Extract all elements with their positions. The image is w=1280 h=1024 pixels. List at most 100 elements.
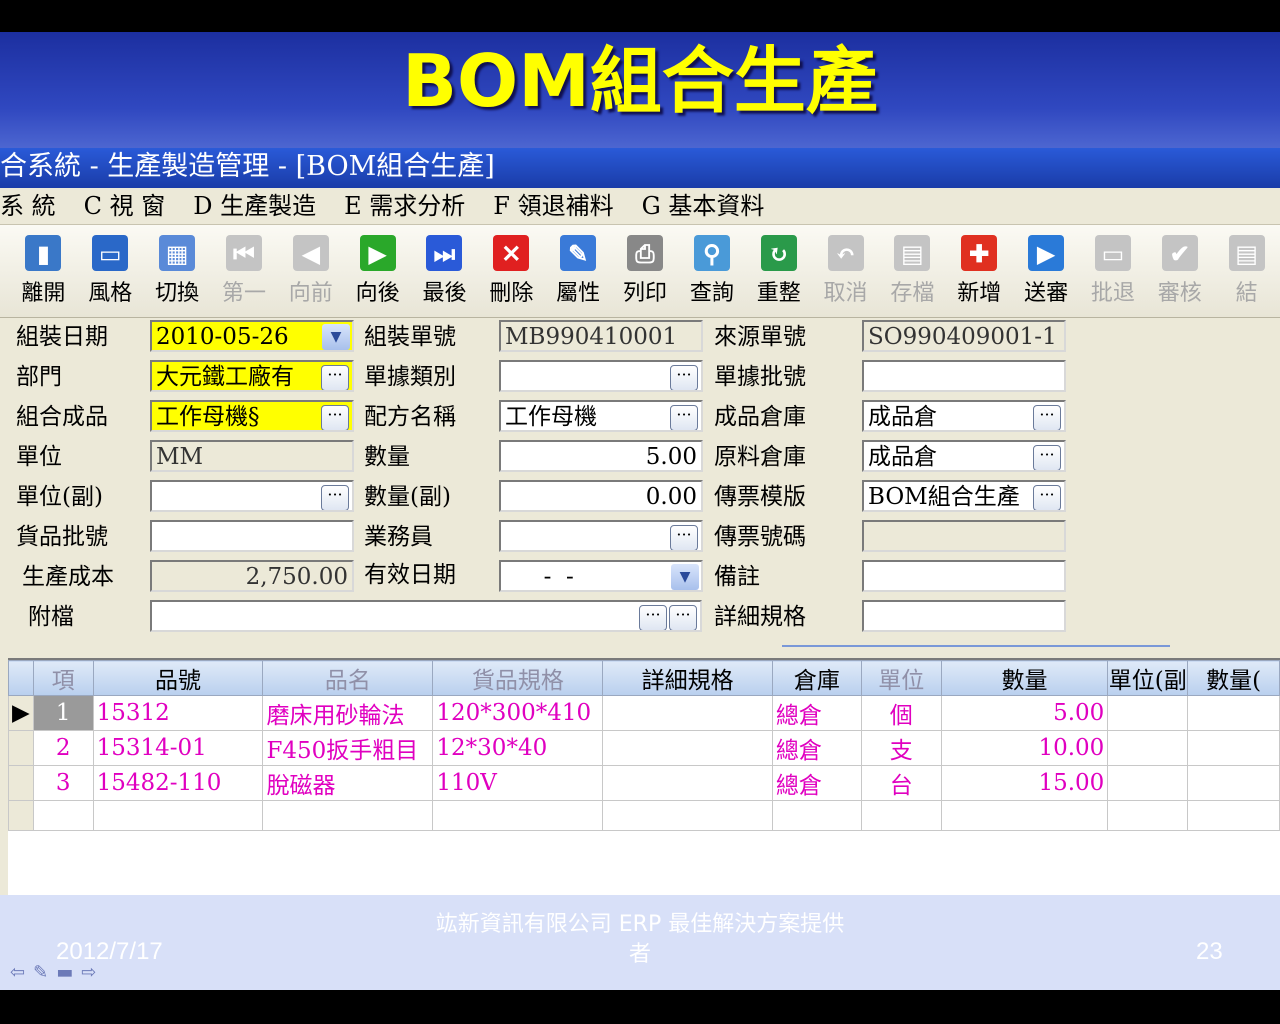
toolbar-button-2[interactable]: ▦ 切換 [144,225,211,317]
toolbar-button-15[interactable]: ▶ 送審 [1013,225,1080,317]
voucher-tpl-field[interactable]: BOM組合生產 ··· [862,480,1066,512]
grid-cell[interactable]: 15314-01 [92,730,264,766]
assembly-date-field[interactable]: 2010-05-26 ▼ [150,320,354,352]
grid-cell[interactable]: 總倉 [771,765,862,801]
product-field[interactable]: 工作母機§ ··· [150,400,354,432]
spec-field[interactable] [862,600,1066,632]
toolbar-button-5[interactable]: ▶ 向後 [344,225,411,317]
grid-cell[interactable]: 1 [32,695,94,731]
grid-cell[interactable]: 磨床用砂輪法 [262,695,434,731]
menu-item[interactable]: F 領退補料 [493,192,613,220]
grid-header-cell[interactable]: 項 [32,660,94,696]
grid-cell[interactable]: 支 [860,730,942,766]
toolbar-button-16[interactable]: ▭ 批退 [1080,225,1147,317]
toolbar-button-13[interactable]: ▤ 存檔 [879,225,946,317]
unit2-field[interactable]: ··· [150,480,354,512]
grid-cell[interactable]: 12*30*40 [432,730,604,766]
grid-header-cell[interactable]: 品名 [262,660,434,696]
toolbar-button-18[interactable]: ▤ 結 [1213,225,1280,317]
raw-wh-field[interactable]: 成品倉 ··· [862,440,1066,472]
grid-header-cell[interactable]: 單位 [860,660,942,696]
grid-header-cell[interactable]: 貨品規格 [432,660,604,696]
remark-field[interactable] [862,560,1066,592]
grid-header-cell[interactable]: 數量( [1187,660,1280,696]
toolbar-button-7[interactable]: ✕ 刪除 [478,225,545,317]
grid-cell[interactable] [771,800,862,831]
sales-field[interactable]: ··· [499,520,703,552]
menu-item[interactable]: G 基本資料 [642,192,765,220]
grid-cell[interactable]: 總倉 [771,730,862,766]
ellipsis-icon[interactable]: ··· [670,365,698,390]
grid-cell[interactable] [1107,765,1189,801]
grid-row[interactable]: 3 15482-110 脫磁器 110V 總倉台 15.00 [8,765,1280,801]
grid-cell[interactable] [432,800,604,831]
ellipsis-icon[interactable]: ··· [321,365,349,390]
ellipsis-icon[interactable]: ··· [321,485,349,510]
doc-batch-field[interactable] [862,360,1066,392]
grid-cell[interactable]: 總倉 [771,695,862,731]
toolbar-button-1[interactable]: ▭ 風格 [77,225,144,317]
grid-cell[interactable]: 2 [32,730,94,766]
doc-type-field[interactable]: ··· [499,360,703,392]
grid-cell[interactable]: 15482-110 [92,765,264,801]
grid-cell[interactable] [602,695,773,731]
grid-cell[interactable]: 3 [32,765,94,801]
chevron-down-icon[interactable]: ▼ [322,324,350,350]
ellipsis-icon[interactable]: ··· [1033,485,1061,510]
grid-cell[interactable]: 10.00 [940,730,1109,766]
grid-row[interactable]: ▶ 1 15312 磨床用砂輪法 120*300*410 總倉個 5.00 [8,695,1280,731]
grid-cell[interactable]: 台 [860,765,942,801]
grid-cell[interactable]: F450扳手粗目 [262,730,434,766]
expiry-field[interactable]: - - ▼ [499,560,703,592]
grid-cell[interactable] [1187,765,1280,801]
menu-item[interactable]: 系 統 [0,192,56,220]
grid-cell[interactable]: 110V [432,765,604,801]
menu-item[interactable]: C 視 窗 [84,192,166,220]
recipe-field[interactable]: 工作母機 ··· [499,400,703,432]
grid-header-cell[interactable]: 品號 [92,660,264,696]
toolbar-button-17[interactable]: ✔ 審核 [1146,225,1213,317]
ellipsis-icon[interactable]: ··· [669,605,697,630]
lot-field[interactable] [150,520,354,552]
menu-item[interactable]: E 需求分析 [344,192,465,220]
grid-cell[interactable] [602,765,773,801]
chevron-down-icon[interactable]: ▼ [671,564,699,590]
grid-row[interactable] [8,800,1280,831]
menu-item[interactable]: D 生產製造 [193,192,316,220]
grid-cell[interactable]: 120*300*410 [432,695,604,731]
grid-cell[interactable] [262,800,434,831]
ellipsis-icon[interactable]: ··· [639,605,667,630]
grid-cell[interactable] [860,800,942,831]
grid-cell[interactable] [602,800,773,831]
grid-header-cell[interactable]: 數量 [940,660,1109,696]
grid-cell[interactable] [1187,695,1280,731]
toolbar-button-9[interactable]: ⎙ 列印 [612,225,679,317]
grid-cell[interactable] [1107,730,1189,766]
qty2-field[interactable]: 0.00 [499,480,703,512]
toolbar-button-12[interactable]: ↶ 取消 [812,225,879,317]
grid-cell[interactable]: 15312 [92,695,264,731]
grid-row[interactable]: 2 15314-01 F450扳手粗目 12*30*40 總倉支 10.00 [8,730,1280,766]
menu-icon[interactable]: ▬ [56,962,81,983]
grid-header-cell[interactable]: 詳細規格 [602,660,773,696]
toolbar-button-6[interactable]: ⏭ 最後 [411,225,478,317]
grid-cell[interactable]: 個 [860,695,942,731]
grid-cell[interactable] [92,800,264,831]
ellipsis-icon[interactable]: ··· [670,525,698,550]
fg-wh-field[interactable]: 成品倉 ··· [862,400,1066,432]
ellipsis-icon[interactable]: ··· [670,405,698,430]
dept-field[interactable]: 大元鐵工廠有 ··· [150,360,354,392]
grid-cell[interactable]: 15.00 [940,765,1109,801]
grid-cell[interactable] [1107,800,1189,831]
grid-cell[interactable] [1187,730,1280,766]
grid-cell[interactable] [32,800,94,831]
toolbar-button-11[interactable]: ↻ 重整 [745,225,812,317]
grid-header-cell[interactable]: 倉庫 [771,660,862,696]
grid-header-cell[interactable]: 單位(副 [1107,660,1189,696]
grid-cell[interactable] [940,800,1109,831]
grid-cell[interactable] [1107,695,1189,731]
pen-icon[interactable]: ✎ [33,962,56,983]
toolbar-button-3[interactable]: ⏮ 第一 [211,225,278,317]
ellipsis-icon[interactable]: ··· [1033,445,1061,470]
toolbar-button-14[interactable]: ✚ 新增 [946,225,1013,317]
